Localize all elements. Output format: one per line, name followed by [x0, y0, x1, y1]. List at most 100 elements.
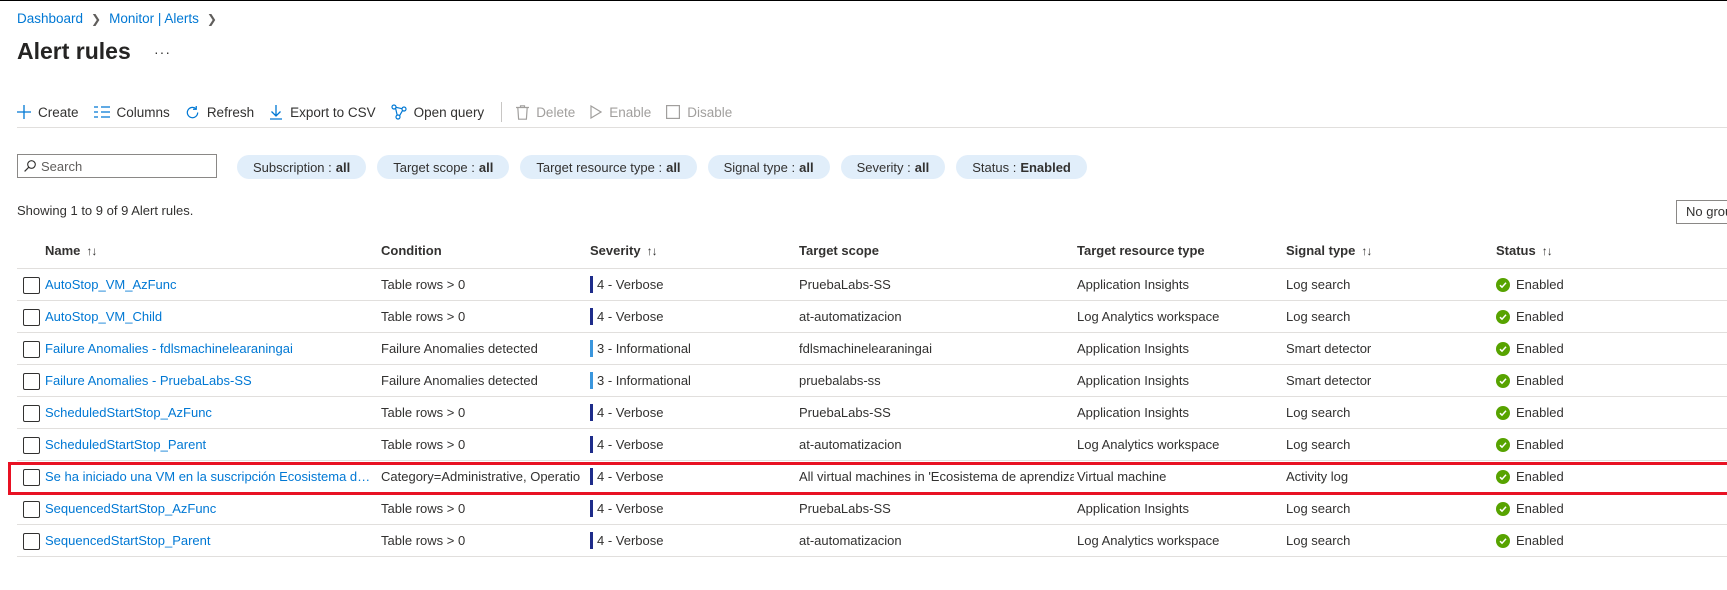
enable-label: Enable [609, 104, 652, 120]
more-options-button[interactable]: ··· [154, 44, 171, 60]
disable-label: Disable [687, 104, 733, 120]
filter-severity[interactable]: Severity : all [840, 155, 946, 179]
rule-name-link[interactable]: AutoStop_VM_Child [45, 309, 162, 324]
refresh-button[interactable]: Refresh [185, 105, 254, 120]
table-row[interactable]: Failure Anomalies - fdlsmachinelearaning… [17, 333, 1727, 365]
rule-name-link[interactable]: SequencedStartStop_AzFunc [45, 501, 216, 516]
stop-icon [666, 105, 681, 119]
sort-icon[interactable]: ↑↓ [1361, 244, 1372, 258]
breadcrumb: Dashboard ❯ Monitor | Alerts ❯ [17, 11, 225, 26]
refresh-label: Refresh [206, 104, 255, 120]
breadcrumb-monitor-alerts[interactable]: Monitor | Alerts [109, 11, 199, 26]
col-status-label: Status [1496, 243, 1536, 258]
disable-button[interactable]: Disable [666, 105, 732, 120]
cell-condition: Failure Anomalies detected [381, 373, 538, 388]
rule-name-link[interactable]: ScheduledStartStop_AzFunc [45, 405, 212, 420]
checkmark-circle-icon [1496, 533, 1510, 548]
cell-severity: 4 - Verbose [590, 525, 790, 556]
severity-indicator [590, 276, 593, 293]
severity-indicator [590, 468, 593, 485]
export-csv-button[interactable]: Export to CSV [269, 104, 376, 120]
search-input[interactable] [41, 158, 211, 174]
severity-indicator [590, 532, 593, 549]
filter-value: all [914, 159, 930, 175]
rule-name-link[interactable]: Failure Anomalies - PruebaLabs-SS [45, 373, 252, 388]
cell-signal-type: Smart detector [1286, 373, 1372, 388]
filter-value: all [799, 159, 814, 175]
row-checkbox[interactable] [23, 341, 40, 358]
row-checkbox[interactable] [23, 373, 40, 390]
cell-target-type: Application Insights [1077, 405, 1190, 420]
rule-name-link[interactable]: ScheduledStartStop_Parent [45, 437, 206, 452]
severity-indicator [590, 308, 593, 325]
row-checkbox[interactable] [23, 469, 40, 486]
sort-icon[interactable]: ↑↓ [86, 244, 97, 258]
toolbar-divider [501, 102, 503, 122]
filter-subscription[interactable]: Subscription : all [237, 155, 367, 179]
cell-target-type: Application Insights [1077, 501, 1190, 516]
table-row[interactable]: Failure Anomalies - PruebaLabs-SS Failur… [17, 365, 1727, 397]
col-name-header[interactable]: Name ↑↓ [45, 243, 97, 258]
delete-button[interactable]: Delete [516, 105, 575, 120]
cell-target-scope: pruebalabs-ss [799, 373, 881, 388]
checkmark-circle-icon [1496, 437, 1510, 452]
table-body: AutoStop_VM_AzFunc Table rows > 0 4 - Ve… [17, 269, 1727, 557]
status-label: Enabled [1516, 501, 1564, 516]
row-checkbox[interactable] [23, 405, 40, 422]
cell-target-type: Virtual machine [1077, 469, 1167, 484]
row-checkbox[interactable] [23, 437, 40, 454]
cell-severity: 4 - Verbose [590, 429, 790, 460]
search-box[interactable] [17, 154, 217, 178]
severity-label: 4 - Verbose [597, 405, 664, 420]
cell-target-type: Application Insights [1077, 277, 1190, 292]
row-checkbox[interactable] [23, 277, 40, 294]
chevron-right-icon: ❯ [206, 11, 217, 26]
table-row[interactable]: SequencedStartStop_AzFunc Table rows > 0… [17, 493, 1727, 525]
col-signal-type-header[interactable]: Signal type ↑↓ [1286, 243, 1372, 258]
cell-status: Enabled [1496, 365, 1726, 396]
filter-target-resource-type[interactable]: Target resource type : all [520, 155, 697, 179]
cell-condition: Table rows > 0 [381, 437, 466, 452]
col-severity-header[interactable]: Severity ↑↓ [590, 243, 658, 258]
filter-label: Target resource type : [536, 159, 663, 175]
rule-name-link[interactable]: AutoStop_VM_AzFunc [45, 277, 177, 292]
row-checkbox[interactable] [23, 501, 40, 518]
filter-signal-type[interactable]: Signal type : all [707, 155, 830, 179]
rule-name-link[interactable]: Failure Anomalies - fdlsmachinelearaning… [45, 341, 293, 356]
table-row[interactable]: AutoStop_VM_AzFunc Table rows > 0 4 - Ve… [17, 269, 1727, 301]
enable-button[interactable]: Enable [590, 105, 651, 120]
cell-condition: Table rows > 0 [381, 309, 466, 324]
group-by-dropdown[interactable]: No grouping [1676, 200, 1727, 224]
table-row[interactable]: Se ha iniciado una VM en la suscripción … [17, 461, 1727, 493]
cell-target-scope: at-automatizacion [799, 533, 902, 548]
cell-name: ScheduledStartStop_Parent [45, 429, 375, 460]
col-target-scope-header: Target scope [799, 243, 879, 258]
rule-name-link[interactable]: SequencedStartStop_Parent [45, 533, 211, 548]
table-row[interactable]: ScheduledStartStop_Parent Table rows > 0… [17, 429, 1727, 461]
chevron-right-icon: ❯ [91, 11, 102, 26]
row-checkbox[interactable] [23, 309, 40, 326]
table-row[interactable]: AutoStop_VM_Child Table rows > 0 4 - Ver… [17, 301, 1727, 333]
cell-target-scope: fdlsmachinelearaningai [799, 341, 932, 356]
filter-label: Signal type : [723, 159, 796, 175]
create-button[interactable]: Create [17, 105, 79, 120]
row-checkbox[interactable] [23, 533, 40, 550]
cell-severity: 3 - Informational [590, 365, 790, 396]
cell-signal-type: Log search [1286, 405, 1351, 420]
open-query-button[interactable]: Open query [391, 104, 484, 120]
sort-icon[interactable]: ↑↓ [647, 244, 658, 258]
col-status-header[interactable]: Status ↑↓ [1496, 243, 1553, 258]
table-row[interactable]: ScheduledStartStop_AzFunc Table rows > 0… [17, 397, 1727, 429]
filter-status[interactable]: Status : Enabled [956, 155, 1087, 179]
breadcrumb-dashboard[interactable]: Dashboard [17, 11, 83, 26]
columns-button[interactable]: Columns [93, 105, 170, 120]
rule-name-link[interactable]: Se ha iniciado una VM en la suscripción … [45, 469, 375, 484]
checkmark-circle-icon [1496, 405, 1510, 420]
table-row[interactable]: SequencedStartStop_Parent Table rows > 0… [17, 525, 1727, 557]
cell-target-scope: PruebaLabs-SS [799, 501, 891, 516]
filter-target-scope[interactable]: Target scope : all [377, 155, 510, 179]
sort-icon[interactable]: ↑↓ [1542, 244, 1553, 258]
cell-target-type: Log Analytics workspace [1077, 437, 1220, 452]
download-icon [270, 104, 283, 120]
col-name-label: Name [45, 243, 81, 258]
